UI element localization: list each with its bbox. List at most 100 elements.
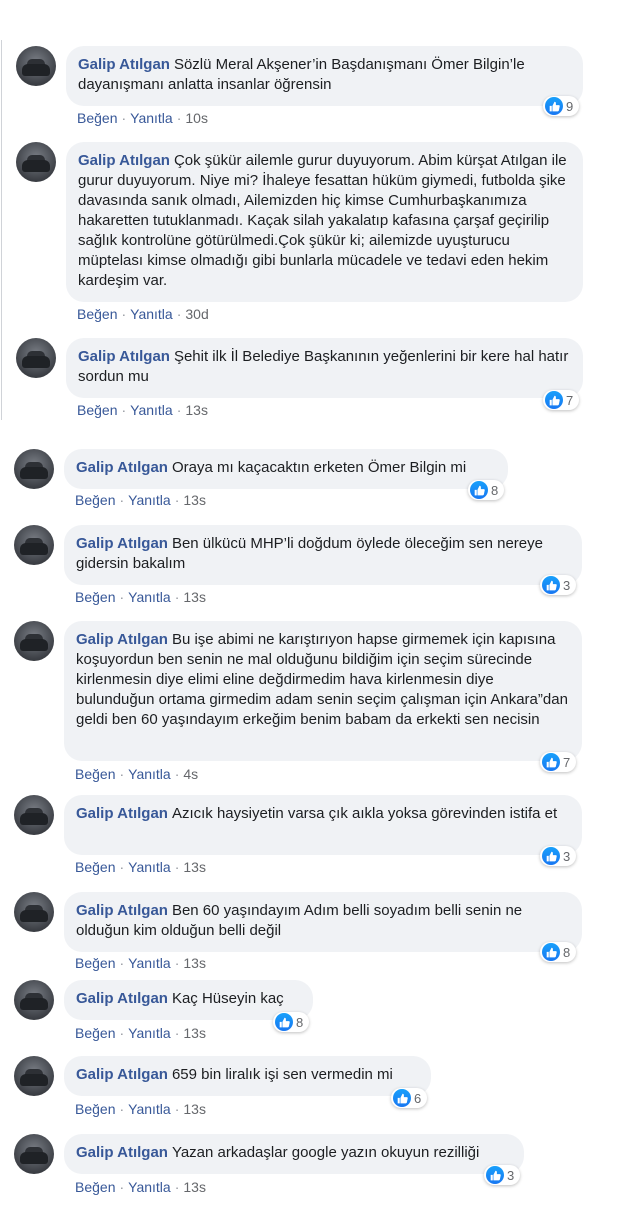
like-count-badge[interactable]: 8 <box>468 480 505 500</box>
avatar[interactable] <box>14 525 54 565</box>
comment-time[interactable]: 10s <box>185 110 208 126</box>
separator-dot: · <box>174 859 180 875</box>
comment-author[interactable]: Galip Atılgan <box>76 902 168 919</box>
comment-bubble: Galip Atılgan Azıcık haysiyetin varsa çık… <box>64 795 582 855</box>
separator-dot: · <box>174 766 180 782</box>
separator-dot: · <box>174 1025 180 1041</box>
avatar[interactable] <box>14 980 54 1020</box>
separator-dot: · <box>119 1179 125 1195</box>
comment-actions: Beğen · Yanıtla · 30d <box>77 306 209 322</box>
comment-time[interactable]: 13s <box>183 1179 206 1195</box>
avatar[interactable] <box>14 621 54 661</box>
reply-button[interactable]: Yanıtla <box>128 1025 171 1041</box>
avatar[interactable] <box>14 795 54 835</box>
comment-time[interactable]: 13s <box>183 1101 206 1117</box>
like-count-badge[interactable]: 7 <box>540 752 577 772</box>
avatar[interactable] <box>14 1134 54 1174</box>
comment-actions: Beğen · Yanıtla · 13s <box>77 402 208 418</box>
like-count: 8 <box>296 1014 304 1030</box>
comment-author[interactable]: Galip Atılgan <box>78 56 170 73</box>
separator-dot: · <box>176 306 182 322</box>
reply-button[interactable]: Yanıtla <box>130 110 173 126</box>
reply-button[interactable]: Yanıtla <box>128 492 171 508</box>
comment-actions: Beğen · Yanıtla · 13s <box>75 589 206 605</box>
avatar[interactable] <box>14 1056 54 1096</box>
separator-dot: · <box>174 589 180 605</box>
like-button[interactable]: Beğen <box>77 306 117 322</box>
like-count: 3 <box>563 577 571 593</box>
like-count-badge[interactable]: 8 <box>540 942 577 962</box>
comment-actions: Beğen · Yanıtla · 13s <box>75 859 206 875</box>
comment-author[interactable]: Galip Atılgan <box>76 631 168 648</box>
thumbs-up-icon <box>542 943 560 961</box>
comment-bubble: Galip Atılgan 659 bin liralık işi sen ver… <box>64 1056 431 1096</box>
separator-dot: · <box>174 955 180 971</box>
reply-button[interactable]: Yanıtla <box>128 955 171 971</box>
like-button[interactable]: Beğen <box>75 955 115 971</box>
comment-time[interactable]: 13s <box>183 955 206 971</box>
comment-time[interactable]: 13s <box>183 589 206 605</box>
thumbs-up-icon <box>545 97 563 115</box>
comment-bubble: Galip Atılgan Ben ülkücü MHP’li doğdum öy… <box>64 525 582 585</box>
comment-time[interactable]: 13s <box>183 492 206 508</box>
like-count-badge[interactable]: 8 <box>273 1012 310 1032</box>
comment-author[interactable]: Galip Atılgan <box>76 1144 168 1161</box>
reply-button[interactable]: Yanıtla <box>130 306 173 322</box>
reply-button[interactable]: Yanıtla <box>130 402 173 418</box>
comment-time[interactable]: 13s <box>185 402 208 418</box>
avatar[interactable] <box>16 142 56 182</box>
thumbs-up-icon <box>545 391 563 409</box>
comment-time[interactable]: 4s <box>183 766 198 782</box>
reply-button[interactable]: Yanıtla <box>128 1101 171 1117</box>
comment-bubble: Galip Atılgan Bu işe abimi ne karıştırıyo… <box>64 621 582 761</box>
reply-button[interactable]: Yanıtla <box>128 1179 171 1195</box>
like-button[interactable]: Beğen <box>77 402 117 418</box>
like-button[interactable]: Beğen <box>75 1179 115 1195</box>
avatar[interactable] <box>14 449 54 489</box>
avatar[interactable] <box>14 892 54 932</box>
comment-bubble: Galip Atılgan Sözlü Meral Akşener’in Başd… <box>66 46 583 106</box>
like-button[interactable]: Beğen <box>75 766 115 782</box>
comment-author[interactable]: Galip Atılgan <box>76 1066 168 1083</box>
like-button[interactable]: Beğen <box>77 110 117 126</box>
like-button[interactable]: Beğen <box>75 1025 115 1041</box>
like-count-badge[interactable]: 6 <box>391 1088 428 1108</box>
like-button[interactable]: Beğen <box>75 859 115 875</box>
comment-author[interactable]: Galip Atılgan <box>78 152 170 169</box>
comment-author[interactable]: Galip Atılgan <box>76 459 168 476</box>
reply-button[interactable]: Yanıtla <box>128 589 171 605</box>
comment-author[interactable]: Galip Atılgan <box>76 805 168 822</box>
like-button[interactable]: Beğen <box>75 1101 115 1117</box>
comment-time[interactable]: 30d <box>185 306 208 322</box>
like-count-badge[interactable]: 3 <box>540 846 577 866</box>
comment-author[interactable]: Galip Atılgan <box>78 348 170 365</box>
like-count: 9 <box>566 98 574 114</box>
comment-text: Çok şükür ailemle gurur duyuyorum. Abim … <box>78 152 567 289</box>
comment-bubble: Galip Atılgan Çok şükür ailemle gurur duy… <box>66 142 583 302</box>
like-count-badge[interactable]: 3 <box>540 575 577 595</box>
like-count-badge[interactable]: 7 <box>543 390 580 410</box>
avatar[interactable] <box>16 338 56 378</box>
reply-button[interactable]: Yanıtla <box>128 766 171 782</box>
comment-author[interactable]: Galip Atılgan <box>76 535 168 552</box>
like-count: 7 <box>563 754 571 770</box>
comment-actions: Beğen · Yanıtla · 13s <box>75 1025 206 1041</box>
thumbs-up-icon <box>275 1013 293 1031</box>
comment-author[interactable]: Galip Atılgan <box>76 990 168 1007</box>
comment-time[interactable]: 13s <box>183 1025 206 1041</box>
like-button[interactable]: Beğen <box>75 492 115 508</box>
like-count-badge[interactable]: 9 <box>543 96 580 116</box>
like-button[interactable]: Beğen <box>75 589 115 605</box>
separator-dot: · <box>174 1101 180 1117</box>
comment-text: Azıcık haysiyetin varsa çık aıkla yoksa … <box>171 805 558 822</box>
thumbs-up-icon <box>393 1089 411 1107</box>
comment-text: Yazan arkadaşlar google yazın okuyun rez… <box>171 1144 480 1161</box>
like-count: 8 <box>563 944 571 960</box>
thumbs-up-icon <box>542 576 560 594</box>
comment-time[interactable]: 13s <box>183 859 206 875</box>
like-count-badge[interactable]: 3 <box>484 1165 521 1185</box>
reply-button[interactable]: Yanıtla <box>128 859 171 875</box>
comment-bubble: Galip Atılgan Yazan arkadaşlar google yaz… <box>64 1134 524 1174</box>
avatar[interactable] <box>16 46 56 86</box>
separator-dot: · <box>121 110 127 126</box>
